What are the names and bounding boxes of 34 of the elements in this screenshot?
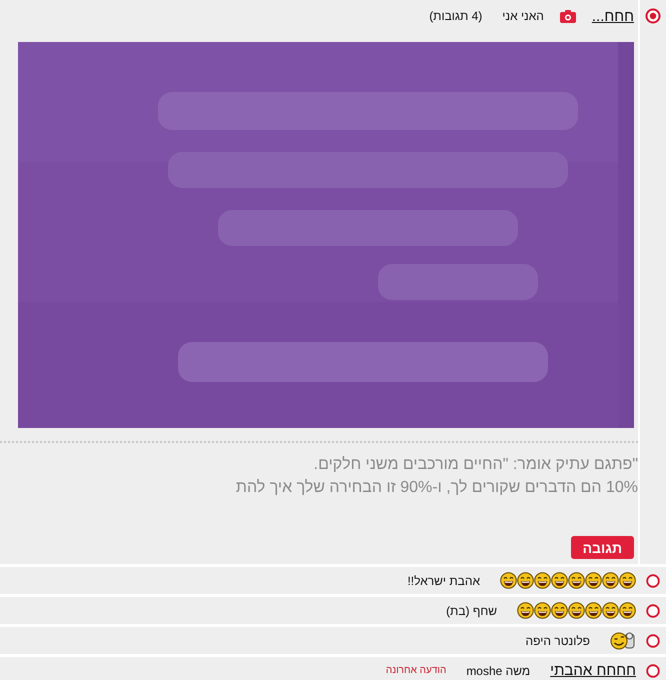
quote-text: "פתגם עתיק אומר: "החיים מורכבים משני חלקים.	[312, 455, 638, 475]
laughing-smiley-icon	[619, 602, 636, 619]
winking-smiley-drawing	[610, 631, 636, 650]
laughing-smiley-icon	[602, 572, 619, 589]
laughing-smiley-icon	[619, 572, 636, 589]
author-name: שחף (בת)	[446, 604, 497, 618]
author-name: האני אני	[502, 9, 544, 23]
reply-button[interactable]: תגובה	[570, 536, 634, 559]
laughing-smiley-icon	[517, 572, 534, 589]
author-name: אהבת ישראל!!	[407, 574, 480, 588]
laughing-smiley-icon	[551, 602, 568, 619]
laughing-smiley-icon	[585, 602, 602, 619]
laughing-smiley-icon	[602, 602, 619, 619]
laughing-smiley-icon	[585, 572, 602, 589]
camera-icon	[560, 10, 576, 22]
radio-button[interactable]	[646, 634, 660, 648]
laughing-smiley-icon	[551, 572, 568, 589]
reply-count: (4 תגובות)	[429, 9, 482, 23]
author-name: משה moshe	[466, 664, 530, 678]
laughing-smiley-icon	[568, 572, 585, 589]
laughing-smiley-icon	[568, 602, 585, 619]
last-message-label: הודעה אחרונה	[386, 665, 446, 676]
post-title-link[interactable]: חחח...	[592, 8, 634, 24]
laughing-smiley-icon	[517, 602, 534, 619]
quote-text: 10% הם הדברים שקורים לך, ו-90% זו הבחירה שלך איך להת	[236, 478, 638, 498]
author-name: פלונטר היפה	[526, 634, 590, 648]
radio-button[interactable]	[646, 604, 660, 618]
radio-button[interactable]	[646, 574, 660, 588]
reply-title-link[interactable]: חחחח אהבתי	[550, 662, 636, 679]
laughing-smiley-icon	[500, 572, 517, 589]
radio-button[interactable]	[646, 664, 660, 678]
laughing-smiley-icon	[534, 602, 551, 619]
radio-button[interactable]	[645, 8, 661, 24]
laughing-smiley-icon	[534, 572, 551, 589]
